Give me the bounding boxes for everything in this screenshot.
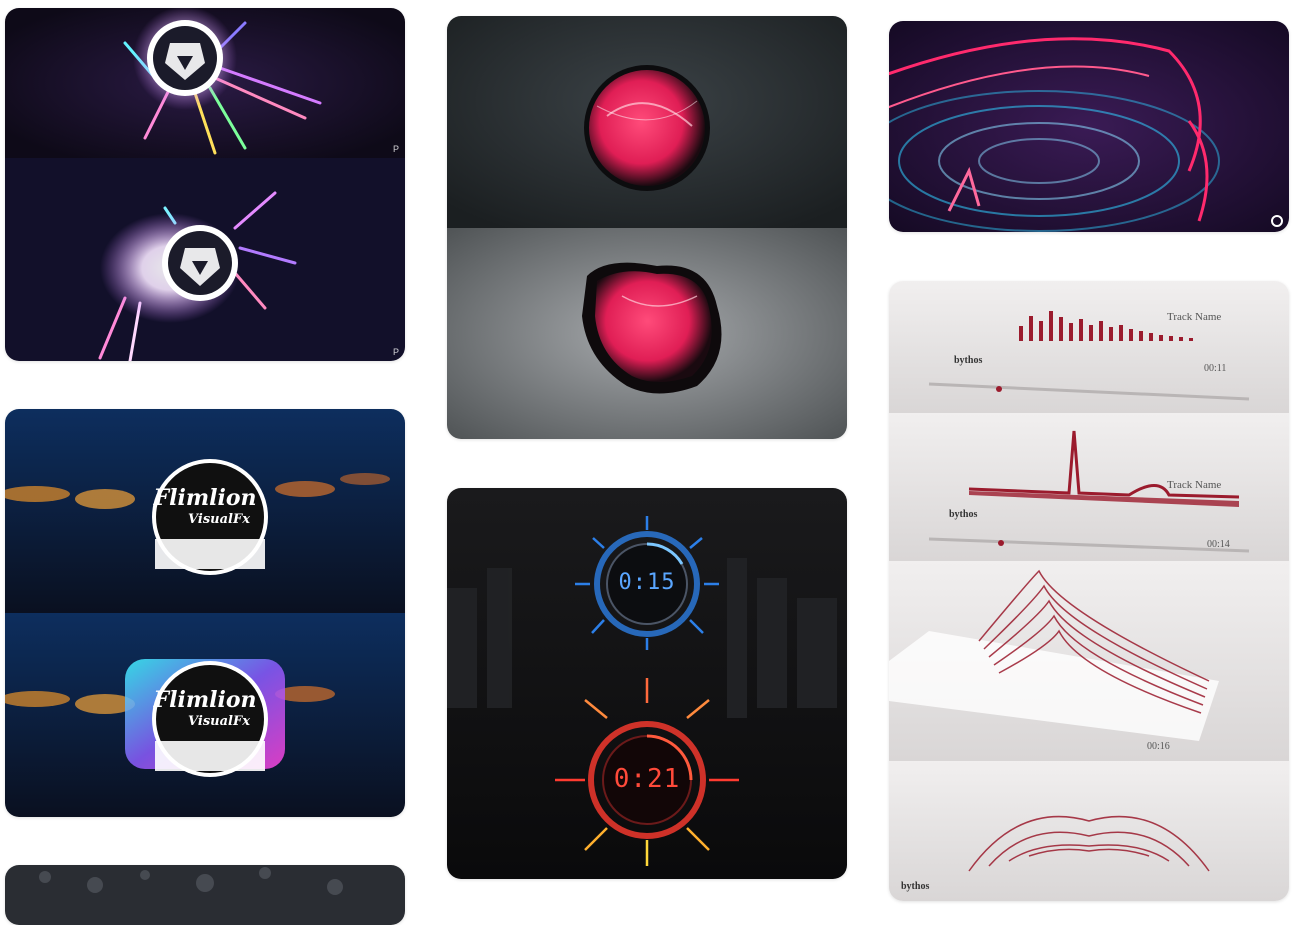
orb-visualizer-image (447, 16, 847, 439)
lion-visualizer-image (5, 8, 405, 361)
texture-card-partial[interactable] (5, 865, 405, 925)
timer-red-readout: 0:21 (613, 764, 681, 794)
time-label-2: 00:14 (1207, 539, 1230, 550)
texture-image (5, 865, 405, 925)
logo-subtext-top: VisualFx (188, 512, 250, 527)
radar-visualizer-image (889, 21, 1289, 232)
flimlion-visualizer-card[interactable]: Flimlion VisualFx Flimlion VisualFx (5, 409, 405, 817)
brand-label-2: bythos (949, 509, 978, 520)
timer-blue-readout: 0:15 (618, 570, 676, 595)
brand-label-1: bythos (954, 355, 983, 366)
logo-text-bottom: Flimlion (153, 687, 257, 713)
brand-label-3: bythos (901, 881, 930, 892)
track-name-label-1: Track Name (1167, 311, 1222, 323)
logo-text-top: Flimlion (153, 485, 257, 511)
timer-visualizer-card[interactable]: 0:15 0:21 (447, 488, 847, 879)
radar-visualizer-card[interactable] (889, 21, 1289, 232)
watermark-top: P (392, 144, 399, 154)
track-name-label-2: Track Name (1167, 479, 1222, 491)
time-label-3: 00:16 (1147, 741, 1170, 752)
logo-subtext-bottom: VisualFx (188, 714, 250, 729)
watermark-bottom: P (392, 347, 399, 357)
lion-visualizer-card[interactable]: P P (5, 8, 405, 361)
flimlion-visualizer-image (5, 409, 405, 817)
time-label-1: 00:11 (1204, 363, 1227, 374)
timer-visualizer-image (447, 488, 847, 879)
wave-3d-visualizer-image (889, 281, 1289, 901)
orb-visualizer-card[interactable] (447, 16, 847, 439)
wave-3d-visualizer-card[interactable]: Track Name bythos 00:11 Track Name bytho… (889, 281, 1289, 901)
